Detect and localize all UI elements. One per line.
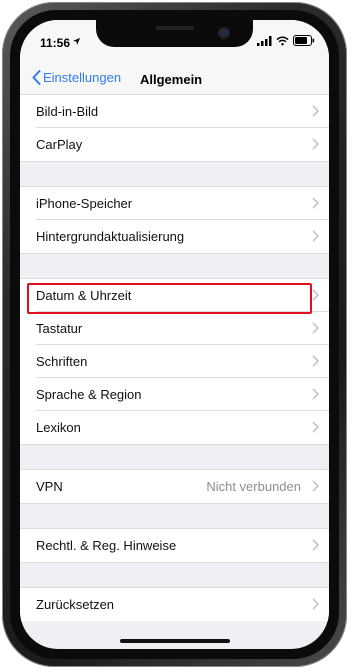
settings-row-label: iPhone-Speicher bbox=[36, 196, 133, 211]
settings-row-label: VPN bbox=[36, 479, 63, 494]
settings-row-label: Zurücksetzen bbox=[36, 597, 115, 612]
section-gap bbox=[20, 253, 329, 279]
back-button[interactable]: Einstellungen bbox=[32, 70, 121, 85]
chevron-right-icon bbox=[312, 197, 319, 209]
status-time: 11:56 bbox=[40, 36, 71, 50]
settings-row-label: CarPlay bbox=[36, 137, 83, 152]
back-button-label: Einstellungen bbox=[43, 70, 122, 85]
battery-icon bbox=[293, 35, 315, 46]
settings-row-label: Sprache & Region bbox=[36, 387, 142, 402]
chevron-right-icon bbox=[312, 598, 319, 610]
page-title: Allgemein bbox=[140, 72, 203, 87]
chevron-left-icon bbox=[32, 70, 41, 85]
section-gap bbox=[20, 503, 329, 529]
settings-row-label: Tastatur bbox=[36, 321, 83, 336]
settings-row-iphone-speicher[interactable]: iPhone-Speicher bbox=[20, 187, 329, 220]
chevron-right-icon bbox=[312, 138, 319, 150]
settings-row-label: Schriften bbox=[36, 354, 88, 369]
home-indicator[interactable] bbox=[120, 639, 230, 643]
highlight-box bbox=[27, 283, 312, 314]
location-arrow-icon bbox=[72, 37, 81, 46]
section-gap bbox=[20, 161, 329, 187]
wifi-icon bbox=[276, 36, 289, 45]
front-camera bbox=[220, 29, 228, 37]
settings-row-label: Lexikon bbox=[36, 420, 81, 435]
section-gap bbox=[20, 562, 329, 588]
vpn-status-value: Nicht verbunden bbox=[206, 479, 301, 494]
signal-bars-icon bbox=[257, 35, 272, 46]
settings-row-rechtl-hinweise[interactable]: Rechtl. & Reg. Hinweise bbox=[20, 529, 329, 562]
phone-frame: 11:56 Einstellungen Allgemein Bild-in-Bi… bbox=[2, 2, 347, 667]
settings-row-schriften[interactable]: Schriften bbox=[20, 345, 329, 378]
settings-list: Bild-in-Bild CarPlay iPhone-Speicher Hin… bbox=[20, 95, 329, 621]
chevron-right-icon bbox=[312, 480, 319, 492]
status-icons bbox=[257, 35, 315, 46]
settings-row-label: Bild-in-Bild bbox=[36, 104, 99, 119]
chevron-right-icon bbox=[312, 289, 319, 301]
settings-row-sprache-region[interactable]: Sprache & Region bbox=[20, 378, 329, 411]
chevron-right-icon bbox=[312, 355, 319, 367]
settings-row-lexikon[interactable]: Lexikon bbox=[20, 411, 329, 444]
chevron-right-icon bbox=[312, 388, 319, 400]
settings-row-carplay[interactable]: CarPlay bbox=[20, 128, 329, 161]
settings-row-vpn[interactable]: VPN Nicht verbunden bbox=[20, 470, 329, 503]
chevron-right-icon bbox=[312, 322, 319, 334]
section-gap bbox=[20, 444, 329, 470]
speaker-grille bbox=[156, 26, 194, 30]
navigation-bar: Einstellungen Allgemein bbox=[20, 64, 329, 95]
settings-row-tastatur[interactable]: Tastatur bbox=[20, 312, 329, 345]
settings-row-hintergrundaktualisierung[interactable]: Hintergrundaktualisierung bbox=[20, 220, 329, 253]
notch bbox=[96, 20, 253, 47]
chevron-right-icon bbox=[312, 539, 319, 551]
chevron-right-icon bbox=[312, 105, 319, 117]
chevron-right-icon bbox=[312, 421, 319, 433]
screen: 11:56 Einstellungen Allgemein Bild-in-Bi… bbox=[20, 20, 329, 649]
settings-row-label: Hintergrundaktualisierung bbox=[36, 229, 185, 244]
settings-row-zuruecksetzen[interactable]: Zurücksetzen bbox=[20, 588, 329, 621]
settings-row-datum-uhrzeit[interactable]: Datum & Uhrzeit bbox=[20, 279, 329, 314]
settings-row-label: Rechtl. & Reg. Hinweise bbox=[36, 538, 177, 553]
settings-row-bild-in-bild[interactable]: Bild-in-Bild bbox=[20, 95, 329, 128]
chevron-right-icon bbox=[312, 230, 319, 242]
